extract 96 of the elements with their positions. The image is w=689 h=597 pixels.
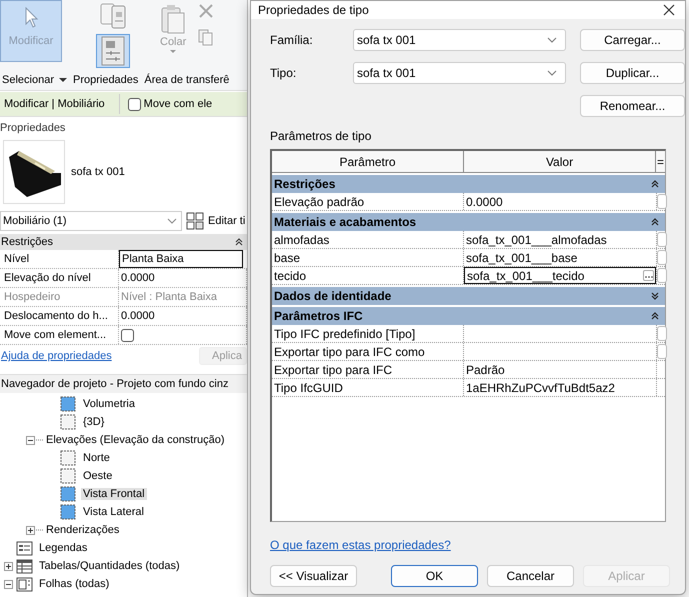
- panel-title[interactable]: Área de transferê: [144, 74, 230, 86]
- tree-item[interactable]: Vista Frontal: [81, 488, 147, 500]
- parameter-name: base: [272, 249, 464, 266]
- parameter-value[interactable]: 1aEHRhZuPCvvfTuBdt5az2: [464, 379, 656, 396]
- help-link[interactable]: O que fazem estas propriedades?: [270, 538, 451, 552]
- chevron-down-icon: [547, 70, 557, 76]
- collapse-icon[interactable]: [4, 580, 12, 588]
- collapse-icon[interactable]: [235, 238, 243, 246]
- expand-icon[interactable]: [4, 562, 12, 570]
- column-header[interactable]: Valor: [464, 151, 656, 172]
- group-header[interactable]: Dados de identidade: [272, 287, 665, 305]
- dropdown-field[interactable]: sofa tx 001: [353, 29, 566, 51]
- parameter-value[interactable]: Padrão: [464, 361, 656, 378]
- close-icon[interactable]: [663, 4, 675, 16]
- properties-icon: [99, 36, 127, 66]
- parameter-name: Exportar tipo para IFC: [272, 361, 464, 378]
- palette-title: Propriedades: [0, 122, 66, 134]
- property-name: Deslocamento do h...: [0, 307, 119, 325]
- dotted-connector: [36, 529, 43, 531]
- property-name: Nível: [0, 250, 119, 268]
- move-with-option[interactable]: Move com ele: [120, 98, 212, 110]
- tree-item[interactable]: Elevações (Elevação da construção): [44, 434, 227, 446]
- caret-icon: [170, 50, 176, 53]
- dialog-button[interactable]: << Visualizar: [270, 565, 357, 587]
- dropdown-field[interactable]: sofa tx 001: [353, 62, 566, 84]
- edit-type-button[interactable]: Editar ti: [186, 212, 246, 230]
- type-selector[interactable]: Mobiliário (1): [0, 211, 182, 231]
- tree-item[interactable]: Vista Lateral: [81, 506, 146, 518]
- chevron-down-icon: [167, 218, 177, 224]
- legend-icon: [16, 540, 33, 556]
- type-properties-icon[interactable]: [100, 3, 126, 30]
- browse-button[interactable]: [643, 270, 654, 281]
- dialog-button[interactable]: Carregar...: [580, 29, 685, 51]
- field-label: Família:: [270, 33, 314, 47]
- associate-parameter-button[interactable]: [657, 250, 667, 265]
- group-header[interactable]: Restrições: [0, 234, 247, 250]
- group-header[interactable]: Materiais e acabamentos: [272, 213, 665, 231]
- edit-type-icon: [186, 212, 204, 230]
- cursor-icon: [23, 7, 39, 28]
- parameter-value[interactable]: sofa_tx_001___tecido: [464, 267, 656, 284]
- parameter-name: Tipo IFC predefinido [Tipo]: [272, 325, 464, 342]
- panel-title[interactable]: Propriedades: [72, 74, 138, 86]
- tree-item[interactable]: Volumetria: [81, 398, 137, 410]
- parameter-name: tecido: [272, 267, 464, 284]
- property-name: Move com element...: [0, 326, 119, 344]
- tree-item[interactable]: {3D}: [81, 416, 106, 428]
- dialog-button[interactable]: Renomear...: [580, 95, 685, 117]
- copy-icon[interactable]: [198, 29, 214, 46]
- associate-parameter-button[interactable]: [657, 194, 667, 209]
- parameter-value[interactable]: 0.0000: [464, 193, 656, 210]
- property-value[interactable]: 0.0000: [119, 269, 247, 287]
- parameter-name: Elevação padrão: [272, 193, 464, 210]
- collapse-icon[interactable]: [26, 436, 34, 444]
- parameter-name: Tipo IfcGUID: [272, 379, 464, 396]
- section-label: Parâmetros de tipo: [270, 129, 372, 143]
- parameter-value[interactable]: sofa_tx_001___base: [464, 249, 656, 266]
- sheet-icon: [16, 576, 33, 592]
- context-title: Modificar | Mobiliário: [0, 94, 120, 114]
- checkbox[interactable]: [121, 328, 134, 342]
- checkbox[interactable]: [128, 98, 141, 110]
- schedule-icon: [16, 558, 33, 574]
- property-value[interactable]: 0.0000: [119, 307, 247, 325]
- expand-icon[interactable]: [26, 526, 34, 534]
- clipboard-icon: [160, 4, 186, 34]
- associate-parameter-button[interactable]: [657, 326, 667, 341]
- column-header[interactable]: =: [656, 151, 665, 172]
- property-name: Elevação do nível: [0, 269, 119, 287]
- tree-item[interactable]: Oeste: [81, 470, 114, 482]
- tree-item[interactable]: Legendas: [37, 542, 90, 554]
- group-header[interactable]: Parâmetros IFC: [272, 307, 665, 325]
- dialog-button[interactable]: OK: [391, 565, 478, 587]
- type-name: sofa tx 001: [71, 166, 125, 178]
- associate-parameter-button[interactable]: [657, 232, 667, 247]
- column-header[interactable]: Parâmetro: [272, 151, 464, 172]
- tree-item[interactable]: Tabelas/Quantidades (todas): [37, 560, 182, 572]
- parameter-name: Exportar tipo para IFC como: [272, 343, 464, 360]
- panel-title[interactable]: Selecionar: [2, 74, 67, 86]
- browser-title: Navegador de projeto - Projeto com fundo cinz: [0, 374, 247, 393]
- field-label: Tipo:: [270, 66, 298, 80]
- tree-item[interactable]: Norte: [81, 452, 112, 464]
- parameter-value[interactable]: sofa_tx_001___almofadas: [464, 231, 656, 248]
- parameter-name: almofadas: [272, 231, 464, 248]
- dialog-button[interactable]: Duplicar...: [580, 62, 685, 84]
- dialog-title: Propriedades de tipo: [258, 3, 369, 17]
- caret-icon: [58, 78, 67, 82]
- group-header[interactable]: Restrições: [272, 175, 665, 193]
- tree-item[interactable]: Renderizações: [44, 524, 122, 536]
- tree-item[interactable]: Folhas (todas): [37, 578, 112, 590]
- dotted-connector: [36, 439, 43, 441]
- associate-parameter-button[interactable]: [657, 344, 667, 359]
- property-value[interactable]: Planta Baixa: [119, 250, 243, 268]
- help-link[interactable]: Ajuda de propriedades: [0, 350, 112, 362]
- properties-button[interactable]: [96, 34, 130, 68]
- chevron-down-icon: [547, 37, 557, 43]
- property-name: Hospedeiro: [0, 288, 119, 306]
- dialog-button[interactable]: Cancelar: [487, 565, 574, 587]
